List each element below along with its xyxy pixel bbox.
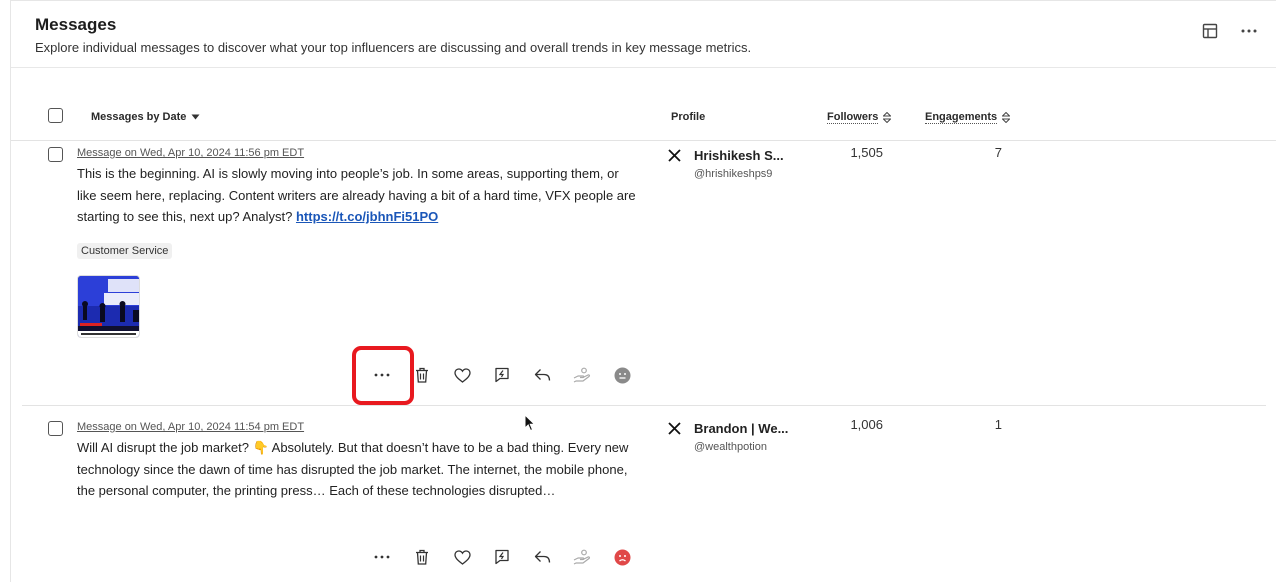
message-date-link[interactable]: Message on Wed, Apr 10, 2024 11:56 pm ED…	[77, 147, 304, 159]
column-header-profile: Profile	[671, 111, 705, 123]
row-checkbox[interactable]	[48, 147, 63, 162]
hand-donate-icon	[573, 549, 591, 565]
message-actions	[362, 545, 642, 569]
sort-icon	[883, 112, 892, 123]
followers-count: 1,505	[850, 145, 883, 160]
x-twitter-icon	[668, 149, 681, 162]
more-actions-button[interactable]	[362, 545, 402, 569]
message-text: This is the beginning. AI is slowly movi…	[77, 163, 637, 228]
column-label: Followers	[827, 111, 879, 124]
heart-icon	[453, 367, 471, 383]
profile-handle: @hrishikeshps9	[694, 168, 773, 180]
engagements-count: 7	[994, 145, 1002, 160]
profile-name: Hrishikesh S...	[694, 148, 784, 163]
trash-icon	[416, 549, 428, 565]
message-text: Will AI disrupt the job market? 👇 Absolu…	[77, 440, 629, 498]
row-checkbox[interactable]	[48, 421, 63, 436]
highlight-box	[352, 346, 414, 405]
column-label: Engagements	[925, 111, 998, 124]
x-twitter-icon	[668, 422, 681, 435]
message-date-link[interactable]: Message on Wed, Apr 10, 2024 11:54 pm ED…	[77, 421, 304, 433]
reply-button[interactable]	[522, 363, 562, 387]
donate-button[interactable]	[562, 363, 602, 387]
table-icon[interactable]	[1202, 23, 1218, 39]
engagements-count: 1	[994, 417, 1002, 432]
sentiment-button[interactable]	[602, 363, 642, 387]
more-horizontal-icon	[374, 555, 390, 559]
donate-button[interactable]	[562, 545, 602, 569]
like-button[interactable]	[442, 545, 482, 569]
column-header-engagements[interactable]: Engagements	[925, 111, 1011, 124]
reply-icon	[534, 369, 550, 381]
mouse-cursor-icon	[524, 414, 536, 432]
column-label: Messages by Date	[91, 111, 187, 123]
reply-icon	[534, 551, 550, 563]
hand-donate-icon	[573, 367, 591, 383]
page-subtitle: Explore individual messages to discover …	[35, 40, 752, 55]
caret-down-icon	[191, 114, 200, 120]
tag-badge[interactable]: Customer Service	[77, 243, 173, 259]
reply-button[interactable]	[522, 545, 562, 569]
quick-reply-button[interactable]	[482, 363, 522, 387]
table-row: Message on Wed, Apr 10, 2024 11:54 pm ED…	[22, 407, 1266, 582]
table-row: Message on Wed, Apr 10, 2024 11:56 pm ED…	[22, 142, 1266, 406]
select-all-checkbox[interactable]	[48, 108, 63, 123]
sentiment-button[interactable]	[602, 545, 642, 569]
quick-reply-icon	[495, 367, 509, 383]
quick-reply-button[interactable]	[482, 545, 522, 569]
heart-icon	[453, 549, 471, 565]
sort-icon	[1002, 112, 1011, 123]
trash-icon	[416, 367, 428, 383]
page-title: Messages	[35, 15, 117, 34]
negative-face-icon	[614, 549, 630, 565]
header-divider	[11, 67, 1276, 68]
column-header-followers[interactable]: Followers	[827, 111, 892, 124]
message-url-link[interactable]: https://t.co/jbhnFi51PO	[296, 209, 438, 224]
neutral-face-icon	[614, 367, 630, 383]
followers-count: 1,006	[850, 417, 883, 432]
profile-name: Brandon | We...	[694, 421, 789, 436]
table-header: Messages by Date Profile Followers Engag…	[11, 97, 1276, 141]
quick-reply-icon	[495, 549, 509, 565]
profile-handle: @wealthpotion	[694, 441, 767, 453]
delete-button[interactable]	[402, 545, 442, 569]
column-header-messages[interactable]: Messages by Date	[91, 111, 200, 123]
header-actions	[1202, 23, 1258, 39]
more-horizontal-icon[interactable]	[1240, 23, 1258, 39]
message-image-thumbnail[interactable]	[77, 275, 140, 338]
column-label: Profile	[671, 111, 706, 123]
like-button[interactable]	[442, 363, 482, 387]
